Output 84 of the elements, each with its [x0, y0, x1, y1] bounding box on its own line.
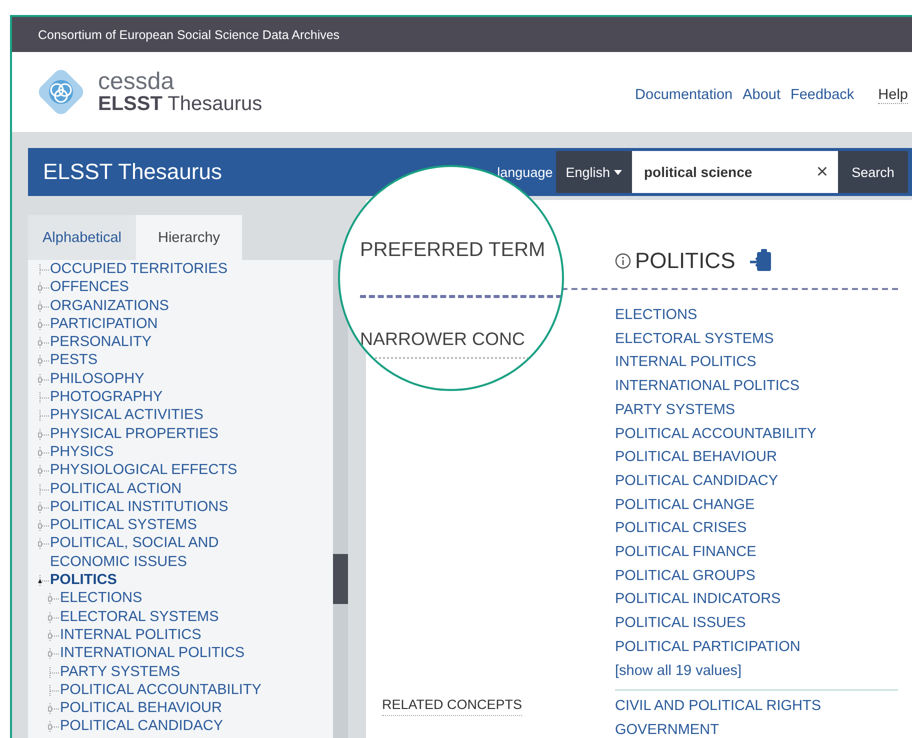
nav-link[interactable]: About	[742, 87, 780, 103]
tree-item[interactable]: PHYSICAL ACTIVITIES	[50, 406, 204, 425]
tree-node-icon[interactable]	[48, 593, 60, 606]
tree-node-icon[interactable]	[48, 648, 60, 660]
clear-button[interactable]: ×	[816, 160, 828, 184]
tree-item[interactable]: PHOTOGRAPHY	[50, 388, 163, 406]
tree-item[interactable]: OCCUPIED TERRITORIES	[50, 260, 228, 278]
language-label: language	[497, 164, 553, 180]
nav-link[interactable]: Feedback	[790, 87, 854, 103]
tree-node-icon[interactable]	[48, 630, 60, 642]
tree-item[interactable]: INTERNAL POLITICS	[60, 626, 202, 644]
tree-node-icon[interactable]	[38, 520, 50, 532]
tree-node-icon[interactable]	[48, 721, 60, 734]
tree-item[interactable]: PHILOSOPHY	[50, 370, 144, 388]
tree-item[interactable]: ELECTORAL SYSTEMS	[60, 608, 219, 626]
narrower-concept-link[interactable]: POLITICAL PARTICIPATION	[615, 636, 898, 660]
info-icon[interactable]	[615, 253, 631, 269]
tree-item[interactable]: OFFENCES	[50, 278, 129, 297]
related-concepts-label: RELATED CONCEPTS	[382, 697, 522, 716]
tree-node-icon[interactable]	[38, 575, 50, 588]
consortium-name: Consortium of European Social Science Data Archives	[38, 28, 340, 42]
narrower-concept-link[interactable]: INTERNATIONAL POLITICS	[615, 375, 898, 399]
tree-node-icon[interactable]	[48, 703, 60, 716]
help-menu[interactable]: Help	[878, 86, 908, 104]
tree-node-icon[interactable]	[38, 318, 50, 331]
tree-node-icon[interactable]	[38, 538, 50, 550]
tree-node-icon[interactable]	[38, 282, 50, 294]
narrower-concept-link[interactable]: INTERNAL POLITICS	[615, 351, 898, 376]
tree-item[interactable]: PHYSIOLOGICAL EFFECTS	[50, 461, 238, 480]
narrower-concept-link[interactable]: POLITICAL FINANCE	[615, 541, 898, 565]
related-concept-link[interactable]: GOVERNMENT	[615, 718, 898, 738]
tree-item[interactable]: INTERNATIONAL POLITICS	[60, 644, 244, 663]
tree-node-icon[interactable]	[38, 446, 50, 459]
search-button[interactable]: Search	[838, 151, 908, 193]
tree-node-icon[interactable]	[38, 502, 50, 514]
tab[interactable]: Hierarchy	[136, 215, 242, 260]
show-all-link[interactable]: [show all 19 values]	[615, 660, 898, 684]
tree-item[interactable]: PARTY SYSTEMS	[60, 662, 180, 681]
caret-icon	[614, 170, 622, 174]
search-field[interactable]: political science ×	[632, 151, 838, 193]
narrower-concept-link[interactable]: POLITICAL CANDIDACY	[615, 470, 898, 494]
narrower-concept-link[interactable]: POLITICAL CHANGE	[615, 494, 898, 518]
tree-item[interactable]: PERSONALITY	[50, 333, 152, 352]
logo-text: cessda	[98, 70, 176, 94]
scrollbar[interactable]	[333, 260, 348, 738]
tree-item[interactable]: POLITICS	[50, 571, 117, 590]
tree-node-icon[interactable]	[38, 428, 50, 441]
tree-node-icon[interactable]	[38, 355, 50, 368]
narrower-concept-link[interactable]: POLITICAL INDICATORS	[615, 588, 898, 612]
tree-node-icon[interactable]	[38, 337, 50, 350]
tree-node-icon[interactable]	[48, 612, 60, 624]
tree-item[interactable]: POLITICAL ACTION	[50, 480, 182, 498]
logo-subtitle: ELSST Thesaurus	[98, 94, 262, 114]
tree-item[interactable]: POLITICAL ACCOUNTABILITY	[60, 680, 262, 700]
preferred-term-label: PREFERRED TERM	[360, 239, 546, 262]
tree-item[interactable]: PARTICIPATION	[50, 314, 158, 334]
tree-item[interactable]: POLITICAL SYSTEMS	[50, 516, 197, 534]
tree-item[interactable]: ELECTIONS	[60, 589, 142, 608]
tree-item[interactable]: ORGANIZATIONS	[50, 296, 169, 315]
narrower-concept-link[interactable]: POLITICAL ISSUES	[615, 612, 898, 636]
tab[interactable]: Alphabetical	[28, 215, 136, 260]
narrower-concept-link[interactable]: POLITICAL ACCOUNTABILITY	[615, 422, 898, 446]
narrower-concept-link[interactable]: POLITICAL BEHAVIOUR	[615, 446, 898, 470]
narrower-concept-link[interactable]: ELECTIONS	[615, 304, 898, 328]
page-title: ELSST Thesaurus	[43, 159, 222, 185]
tree-item[interactable]: PHYSICAL PROPERTIES	[50, 424, 218, 443]
narrower-concept-link[interactable]: ELECTORAL SYSTEMS	[615, 328, 898, 352]
tree-item[interactable]: POLITICAL INSTITUTIONS	[50, 498, 228, 516]
tree-item[interactable]: PESTS	[50, 351, 98, 370]
nav-link[interactable]: Documentation	[635, 87, 733, 103]
narrower-concept-link[interactable]: POLITICAL GROUPS	[615, 564, 898, 588]
related-concept-link[interactable]: CIVIL AND POLITICAL RIGHTS	[615, 695, 898, 719]
language-dropdown[interactable]: English	[556, 151, 632, 193]
tree-item[interactable]: PHYSICS	[50, 442, 114, 462]
tree-item[interactable]: POLITICAL BEHAVIOUR	[60, 699, 222, 718]
term-heading: POLITICS	[635, 248, 736, 274]
tree-node-icon[interactable]	[38, 465, 50, 478]
narrower-concept-link[interactable]: PARTY SYSTEMS	[615, 398, 898, 423]
tree-item[interactable]: POLITICAL CANDIDACY	[60, 717, 224, 736]
tree-node-icon[interactable]	[38, 374, 50, 386]
narrower-concepts-label: NARROWER CONC	[360, 329, 525, 350]
narrower-concept-link[interactable]: POLITICAL CRISES	[615, 517, 898, 542]
tree-node-icon[interactable]	[38, 300, 50, 313]
tree-item[interactable]: POLITICAL, SOCIAL AND ECONOMIC ISSUES	[50, 534, 300, 572]
